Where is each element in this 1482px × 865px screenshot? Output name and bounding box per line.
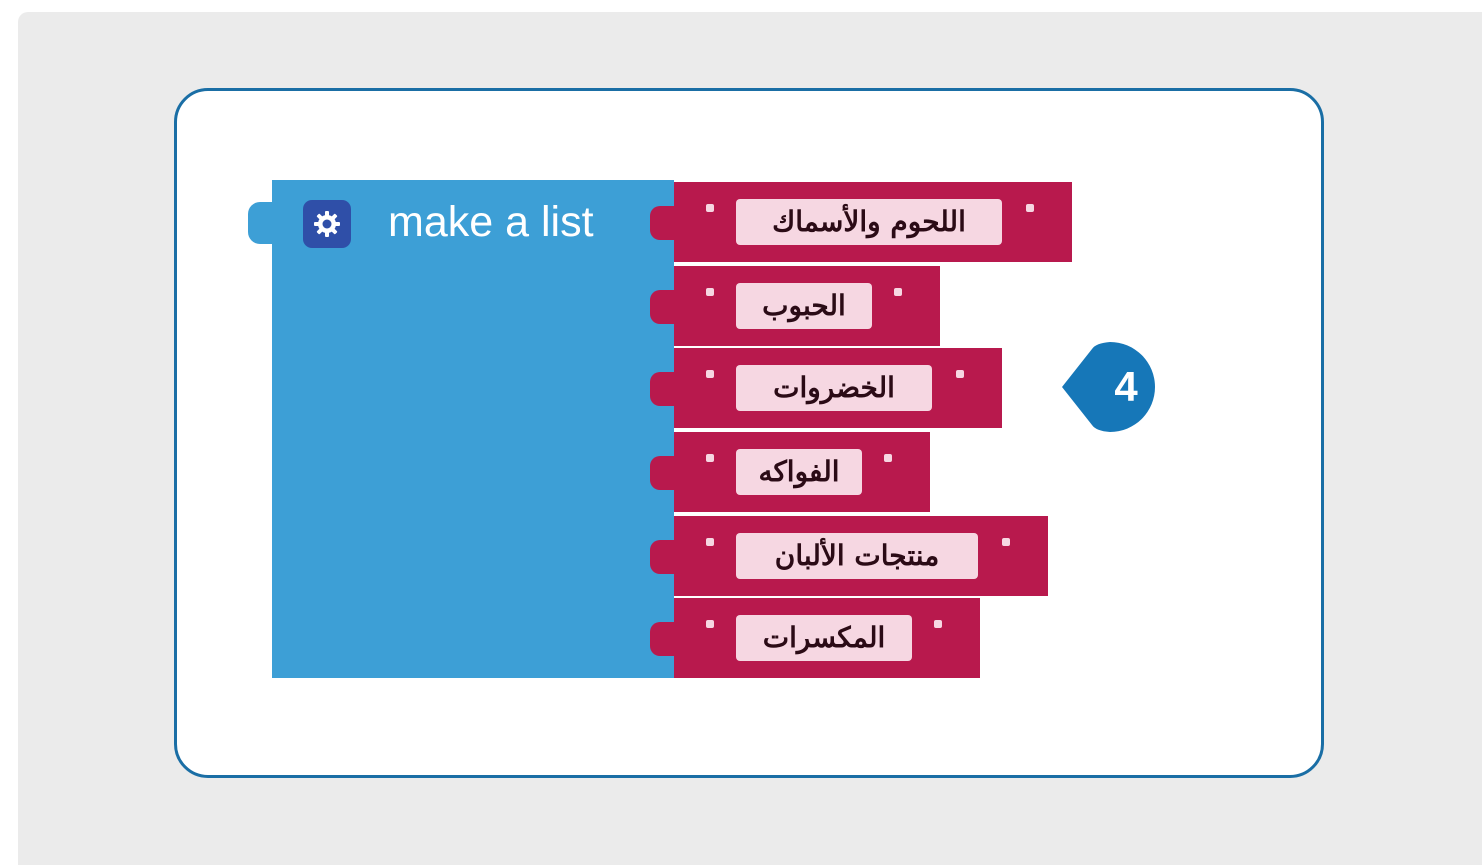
quote-mark-icon xyxy=(706,204,714,212)
text-value[interactable]: الحبوب xyxy=(736,283,872,329)
input-plug xyxy=(650,622,680,656)
input-plug xyxy=(650,540,680,574)
blocks-workspace: make a list اللحوم والأسماك الحبوب الخضر… xyxy=(0,0,1482,865)
quote-mark-icon xyxy=(706,620,714,628)
step-number: 4 xyxy=(1114,363,1138,410)
text-value[interactable]: الخضروات xyxy=(736,365,932,411)
text-value[interactable]: المكسرات xyxy=(736,615,912,661)
input-plug xyxy=(650,206,680,240)
quote-mark-icon xyxy=(706,370,714,378)
make-a-list-block[interactable] xyxy=(272,180,674,678)
quote-mark-icon xyxy=(1026,204,1034,212)
gear-icon-glyph xyxy=(314,211,340,237)
quote-mark-icon xyxy=(706,454,714,462)
quote-mark-icon xyxy=(1002,538,1010,546)
quote-mark-icon xyxy=(956,370,964,378)
text-block-item[interactable]: الحبوب xyxy=(650,266,940,346)
page: make a list اللحوم والأسماك الحبوب الخضر… xyxy=(0,0,1482,865)
gear-icon[interactable] xyxy=(303,200,351,248)
text-value[interactable]: اللحوم والأسماك xyxy=(736,199,1002,245)
quote-mark-icon xyxy=(884,454,892,462)
quote-mark-icon xyxy=(894,288,902,296)
text-block-item[interactable]: الخضروات xyxy=(650,348,1002,428)
input-plug xyxy=(650,372,680,406)
make-a-list-label: make a list xyxy=(388,198,594,246)
quote-mark-icon xyxy=(934,620,942,628)
text-value[interactable]: الفواكه xyxy=(736,449,862,495)
text-block-item[interactable]: منتجات الألبان xyxy=(650,516,1048,596)
quote-mark-icon xyxy=(706,538,714,546)
text-block-item[interactable]: الفواكه xyxy=(650,432,930,512)
text-block-item[interactable]: المكسرات xyxy=(650,598,980,678)
quote-mark-icon xyxy=(706,288,714,296)
input-plug xyxy=(650,456,680,490)
text-block-item[interactable]: اللحوم والأسماك xyxy=(650,182,1072,262)
text-value[interactable]: منتجات الألبان xyxy=(736,533,978,579)
input-plug xyxy=(650,290,680,324)
